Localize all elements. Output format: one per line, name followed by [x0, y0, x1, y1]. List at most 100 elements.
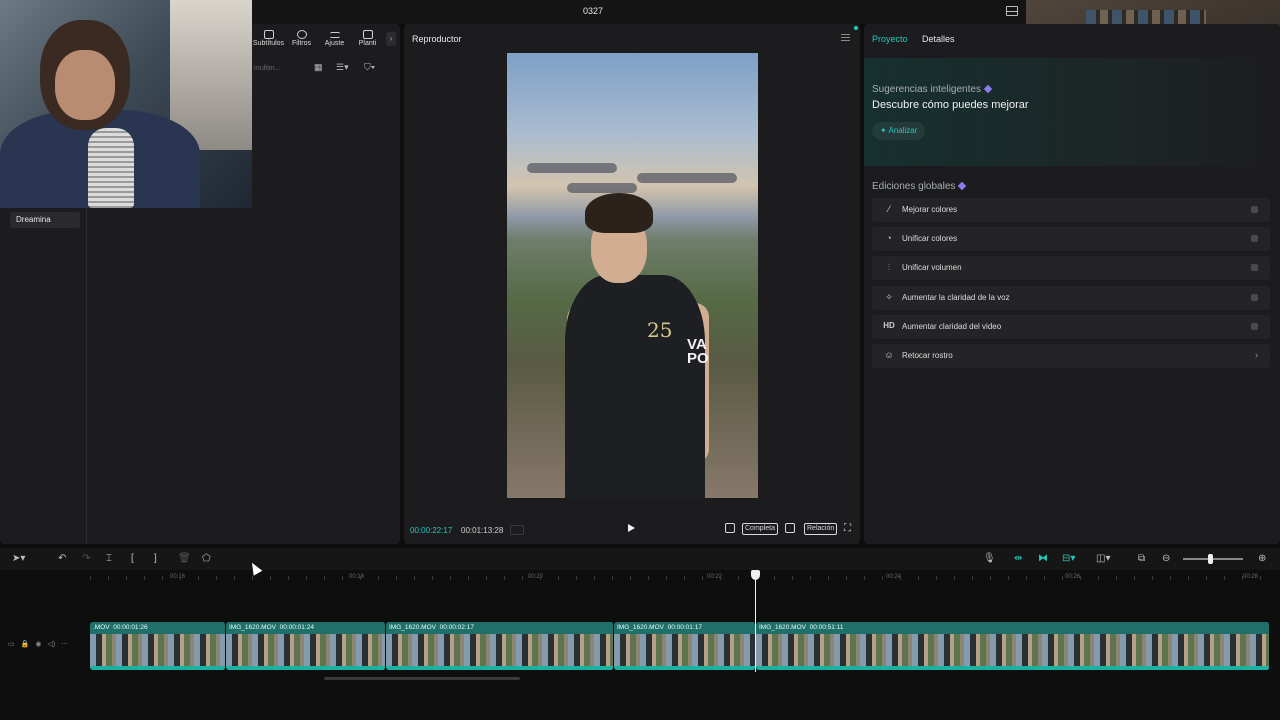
snapshot-icon[interactable] — [785, 523, 795, 533]
lock-icon[interactable]: 🔒 — [21, 640, 30, 654]
ruler-tick — [882, 576, 883, 580]
fullscreen-icon[interactable]: ⛶ — [844, 523, 851, 535]
timecode-icon[interactable] — [510, 525, 524, 535]
edit-improve-colors[interactable]: ⁄ Mejorar colores — [872, 198, 1270, 222]
tab-project[interactable]: Proyecto — [872, 34, 908, 44]
delete-icon[interactable]: 🗑 — [178, 553, 191, 564]
ruler-tick — [936, 576, 937, 580]
templates-icon — [362, 30, 373, 39]
crop-icon[interactable] — [725, 523, 735, 533]
preview-axis-icon[interactable]: ⊟▾ — [1062, 553, 1075, 564]
undo-icon[interactable]: ↶ — [58, 553, 66, 564]
ruler-tick — [1080, 576, 1081, 580]
more-icon[interactable]: ⋯ — [61, 640, 68, 654]
ruler-label: 00:26 — [1065, 574, 1081, 580]
ruler-tick — [450, 576, 451, 580]
toggle[interactable] — [1251, 206, 1258, 213]
timeline-scrollbar[interactable] — [324, 677, 520, 680]
grid-view-icon[interactable]: ▦ — [314, 62, 323, 73]
ruler-tick — [666, 576, 667, 580]
media-search-input[interactable]: multim... — [252, 62, 302, 76]
timeline-clip[interactable]: IMG_1620.MOV 00:00:51:11 — [756, 622, 1270, 670]
player-menu-icon[interactable] — [841, 34, 850, 41]
smart-suggestions-title: Sugerencias inteligentes — [872, 84, 993, 95]
redo-icon[interactable]: ↷ — [82, 553, 90, 564]
player-title: Reproductor — [412, 34, 462, 44]
trim-left-icon[interactable]: [ — [131, 553, 134, 564]
zoom-slider-handle[interactable] — [1208, 554, 1213, 564]
edit-retouch-face[interactable]: ☺ Retocar rostro › — [872, 344, 1270, 368]
filters-icon — [296, 30, 307, 39]
ruler-tick — [954, 576, 955, 580]
tabs-more-chevron-icon[interactable]: › — [386, 32, 396, 46]
timeline-clip[interactable]: IMG_1620.MOV 00:00:01:24 — [226, 622, 386, 670]
ruler-tick — [900, 576, 901, 580]
cover-icon[interactable]: ▭ — [8, 640, 15, 654]
ruler-tick — [270, 576, 271, 580]
timeline-clip[interactable]: IMG_1620.MOV 00:00:01:17 — [614, 622, 756, 670]
timeline-ruler[interactable]: 00:16 00:18 00:20 00:22 00:24 00:26 00:2… — [0, 570, 1280, 586]
ruler-tick — [486, 576, 487, 580]
edit-unify-volume[interactable]: ⫶ Unificar volumen — [872, 256, 1270, 280]
shirt-logo: 25 — [647, 318, 673, 342]
ruler-tick — [684, 576, 685, 580]
video-preview[interactable]: 25 VA PO — [507, 53, 758, 498]
ruler-tick — [378, 576, 379, 580]
ruler-tick — [1134, 576, 1135, 580]
ratio-button[interactable]: Relación — [804, 523, 838, 535]
toggle[interactable] — [1251, 235, 1258, 242]
sort-icon[interactable]: ☰▾ — [336, 62, 349, 73]
layers-icon[interactable]: ◫▾ — [1096, 553, 1110, 564]
zoom-in-icon[interactable]: ⊕ — [1258, 553, 1266, 564]
ruler-tick — [360, 576, 361, 580]
tab-filters[interactable]: Filtros — [285, 28, 318, 54]
ruler-tick — [1008, 576, 1009, 580]
zoom-slider[interactable] — [1183, 558, 1243, 560]
media-tabs: Subtítulos Filtros Ajuste Planti — [252, 28, 384, 54]
ruler-tick — [342, 576, 343, 580]
ruler-tick — [306, 576, 307, 580]
palette-icon: ◔ — [886, 233, 892, 243]
smart-suggestions-subtitle: Descubre cómo puedes mejorar — [872, 99, 1029, 111]
folder-item-dreamina[interactable]: Dreamina — [10, 212, 80, 228]
ruler-tick — [1062, 576, 1063, 580]
timeline-clip[interactable]: .MOV 00:00:01:26 — [90, 622, 226, 670]
ruler-tick — [1098, 576, 1099, 580]
edit-unify-colors[interactable]: ◔ Unificar colores — [872, 227, 1270, 251]
tab-adjust[interactable]: Ajuste — [318, 28, 351, 54]
filter-icon[interactable]: ⛉▾ — [364, 62, 375, 73]
ruler-tick — [828, 576, 829, 580]
trim-right-icon[interactable]: ] — [154, 553, 157, 564]
timeline-clip[interactable]: IMG_1620.MOV 00:00:02:17 — [386, 622, 614, 670]
marker-icon[interactable]: ⬠ — [202, 553, 211, 564]
ruler-tick — [504, 576, 505, 580]
playhead-handle[interactable] — [751, 570, 760, 580]
ruler-tick — [594, 576, 595, 580]
toggle[interactable] — [1251, 294, 1258, 301]
link-icon[interactable]: ⧓ — [1038, 553, 1048, 564]
adjust-icon — [329, 32, 340, 38]
webcam-overlay-left — [0, 0, 252, 208]
toggle[interactable] — [1251, 323, 1258, 330]
playhead[interactable] — [755, 572, 756, 672]
select-tool-icon[interactable]: ➤▾ — [12, 553, 25, 564]
quality-button[interactable]: Completa — [742, 523, 778, 535]
microphone-icon[interactable]: 🎙 — [983, 553, 996, 564]
split-icon[interactable]: ⌶ — [106, 553, 112, 564]
analyze-button[interactable]: ✦ Analizar — [872, 122, 926, 140]
zoom-out-icon[interactable]: ⊖ — [1162, 553, 1170, 564]
layout-icon[interactable] — [1006, 6, 1018, 16]
global-edits-title: Ediciones globales — [872, 181, 967, 192]
tab-details[interactable]: Detalles — [922, 34, 955, 44]
play-button[interactable] — [628, 524, 635, 532]
edit-video-clarity[interactable]: HD Aumentar claridad del video — [872, 315, 1270, 339]
tab-subtitles[interactable]: Subtítulos — [252, 28, 285, 54]
caption-icon[interactable]: ⧉ — [1138, 553, 1145, 564]
toggle[interactable] — [1251, 264, 1258, 271]
edit-voice-clarity[interactable]: ✧ Aumentar la claridad de la voz — [872, 286, 1270, 310]
audio-icon[interactable]: ◁) — [47, 640, 55, 654]
eye-icon[interactable]: ◉ — [35, 640, 41, 654]
track-header: ▭ 🔒 ◉ ◁) ⋯ — [8, 640, 68, 654]
snap-icon[interactable]: ⇹ — [1014, 553, 1022, 564]
tab-templates[interactable]: Planti — [351, 28, 384, 54]
